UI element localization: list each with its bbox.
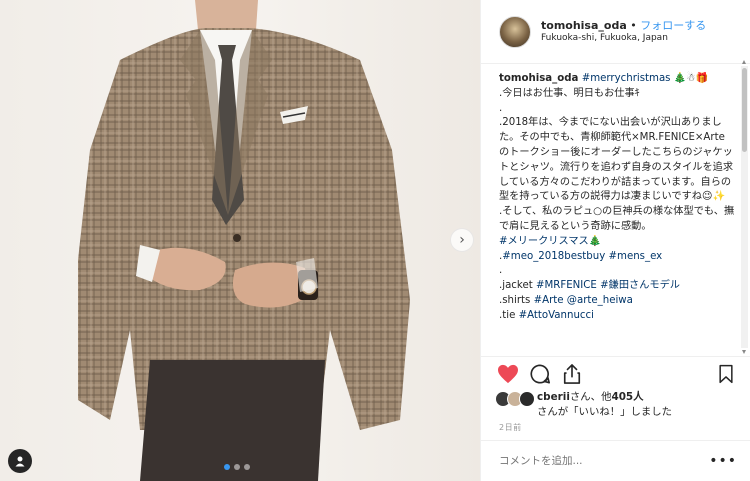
caption-tag-line: .#meo_2018bestbuy #mens_ex bbox=[499, 250, 663, 262]
hashtag-link[interactable]: #mens_ex bbox=[608, 251, 662, 262]
man-in-jacket-photo bbox=[78, 0, 410, 481]
heart-icon bbox=[498, 364, 518, 383]
scroll-down-arrow-icon[interactable] bbox=[742, 350, 746, 354]
caption-line: .今日はお仕事、明日もお仕事ｷ bbox=[499, 87, 640, 99]
likes-text: cberiiさん、他405人 さんが「いいね！」しました bbox=[537, 391, 673, 418]
carousel-dot bbox=[244, 464, 250, 470]
hashtag-link[interactable]: #メリークリスマス🎄 bbox=[499, 236, 601, 247]
caption-area: tomohisa_oda #merrychristmas 🎄☃🎁 .今日はお仕事… bbox=[481, 66, 743, 348]
like-button[interactable] bbox=[495, 361, 521, 387]
carousel-indicator bbox=[224, 464, 250, 470]
comment-bar: ••• bbox=[481, 440, 750, 481]
author-username[interactable]: tomohisa_oda bbox=[541, 19, 627, 32]
comment-icon bbox=[530, 363, 550, 384]
caption-username[interactable]: tomohisa_oda bbox=[499, 73, 578, 84]
caption-tie-line: .tie #AttoVannucci bbox=[499, 309, 594, 321]
liker-avatars[interactable] bbox=[495, 391, 537, 407]
location-link[interactable]: Fukuoka-shi, Fukuoka, Japan bbox=[541, 33, 706, 44]
likes-count[interactable]: 405人 bbox=[611, 391, 643, 403]
action-bar bbox=[481, 356, 750, 386]
caption-shirts-line: .shirts #Arte @arte_heiwa bbox=[499, 294, 633, 306]
caption-line: . bbox=[499, 265, 503, 277]
hashtag-link[interactable]: #Arte bbox=[534, 295, 564, 306]
scrollbar-thumb[interactable] bbox=[742, 68, 747, 152]
caption-emoji: 🎄☃🎁 bbox=[670, 73, 709, 84]
caption-line: . bbox=[499, 102, 503, 114]
follow-button[interactable]: フォローする bbox=[640, 19, 706, 32]
hashtag-link[interactable]: #AttoVannucci bbox=[519, 310, 594, 321]
bookmark-icon bbox=[719, 364, 733, 383]
likes-summary: cberiiさん、他405人 さんが「いいね！」しました bbox=[495, 390, 745, 420]
caption-first-line: tomohisa_oda #merrychristmas 🎄☃🎁 bbox=[499, 72, 735, 87]
save-button[interactable] bbox=[713, 361, 739, 387]
author-info: tomohisa_oda • フォローする Fukuoka-shi, Fukuo… bbox=[541, 19, 706, 44]
chevron-right-icon: › bbox=[459, 232, 465, 248]
liker-username[interactable]: cberii bbox=[537, 391, 570, 403]
mention-link[interactable]: @arte_heiwa bbox=[567, 295, 633, 306]
post-header: tomohisa_oda • フォローする Fukuoka-shi, Fukuo… bbox=[481, 0, 750, 64]
more-options-icon[interactable]: ••• bbox=[709, 453, 737, 469]
caption-tag-line: #メリークリスマス🎄 bbox=[499, 235, 735, 250]
user-tag-icon bbox=[15, 456, 25, 467]
post-view: › tomohisa_oda • フォローする Fukuoka-shi, Fuk… bbox=[0, 0, 750, 481]
comment-button[interactable] bbox=[527, 361, 553, 387]
scroll-up-arrow-icon[interactable] bbox=[742, 60, 746, 64]
hashtag-link[interactable]: #merrychristmas bbox=[582, 73, 671, 84]
header-separator: • bbox=[626, 19, 641, 32]
caption-line: .そして、私のラピュ○の巨神兵の様な体型でも、撫で肩に見えるという奇跡に感動。 bbox=[499, 206, 735, 232]
comments-scrollbar[interactable] bbox=[741, 60, 748, 354]
hashtag-link[interactable]: #MRFENICE bbox=[536, 280, 597, 291]
caption-line: .2018年は、今までにない出会いが沢山ありました。その中でも、青柳師範代×MR… bbox=[499, 117, 734, 203]
liker-avatar bbox=[519, 391, 535, 407]
post-photo[interactable]: › bbox=[0, 0, 480, 481]
hashtag-link[interactable]: #鎌田さんモデル bbox=[600, 280, 680, 291]
post-date[interactable]: 2日前 bbox=[499, 422, 522, 433]
author-avatar[interactable] bbox=[499, 15, 531, 48]
share-icon bbox=[563, 363, 581, 384]
carousel-dot bbox=[224, 464, 230, 470]
post-side-panel: tomohisa_oda • フォローする Fukuoka-shi, Fukuo… bbox=[480, 0, 750, 481]
user-tag-button[interactable] bbox=[8, 449, 32, 473]
caption-jacket-line: .jacket #MRFENICE #鎌田さんモデル bbox=[499, 280, 680, 292]
comment-input[interactable] bbox=[499, 455, 710, 467]
carousel-dot bbox=[234, 464, 240, 470]
share-button[interactable] bbox=[559, 361, 585, 387]
hashtag-link[interactable]: #meo_2018bestbuy bbox=[502, 251, 605, 262]
next-photo-button[interactable]: › bbox=[450, 228, 474, 252]
